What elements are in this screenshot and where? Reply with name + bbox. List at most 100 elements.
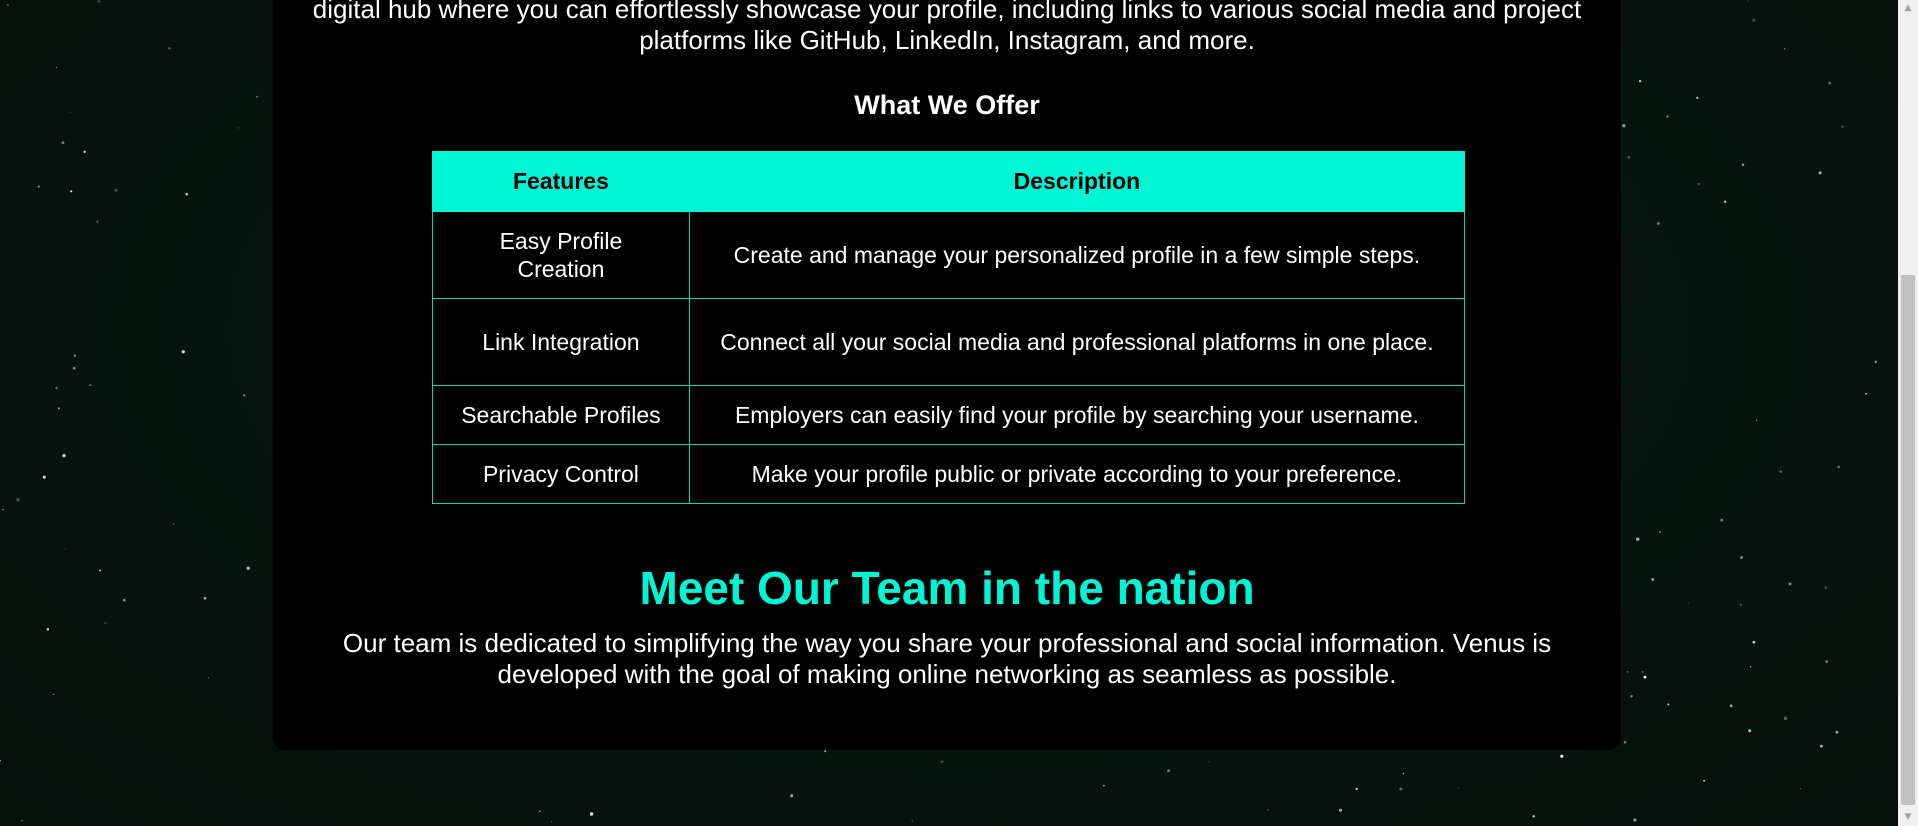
star — [168, 47, 171, 50]
star — [1703, 779, 1706, 782]
star — [539, 810, 541, 813]
star — [62, 453, 66, 458]
star — [55, 386, 58, 390]
star — [1747, 0, 1749, 2]
intro-paragraph: digital hub where you can effortlessly s… — [312, 0, 1582, 55]
star — [21, 819, 23, 822]
star — [1748, 729, 1752, 733]
star — [73, 354, 77, 357]
star — [104, 621, 107, 624]
meet-our-team-heading: Meet Our Team in the nation — [639, 562, 1255, 614]
star — [1532, 815, 1535, 818]
star — [1622, 124, 1626, 128]
star — [1741, 163, 1745, 167]
star — [1697, 182, 1701, 186]
star — [97, 0, 101, 3]
star — [16, 498, 20, 502]
description-column-header: Description — [688, 151, 1466, 212]
description-cell: Make your profile public or private acco… — [688, 444, 1466, 504]
star — [122, 598, 126, 602]
star — [1636, 537, 1640, 541]
star — [1267, 809, 1269, 811]
star — [2, 508, 4, 511]
star — [1651, 578, 1655, 581]
table-row: Easy Profile Creation Create and manage … — [432, 211, 1466, 299]
star — [89, 384, 92, 387]
star — [70, 190, 73, 193]
star — [243, 394, 246, 397]
star — [940, 760, 944, 764]
star — [911, 820, 913, 822]
star — [1828, 81, 1832, 85]
star — [1666, 115, 1669, 118]
star — [237, 127, 239, 129]
star — [1874, 360, 1877, 363]
star — [172, 522, 175, 525]
star — [1865, 392, 1867, 395]
star — [1338, 808, 1343, 812]
star — [1788, 582, 1792, 586]
star — [61, 141, 65, 145]
star — [203, 596, 207, 600]
star — [55, 66, 58, 69]
star — [1750, 666, 1752, 668]
star — [1633, 818, 1637, 822]
star — [185, 192, 188, 196]
star — [99, 569, 102, 572]
scroll-up-arrow-icon[interactable]: ▲ — [1898, 0, 1918, 17]
star — [1560, 754, 1564, 758]
star — [1720, 518, 1724, 522]
star — [207, 677, 210, 679]
star — [824, 750, 827, 753]
scroll-down-arrow-icon[interactable]: ▼ — [1898, 809, 1918, 826]
vertical-scrollbar[interactable]: ▲ ▼ — [1898, 0, 1918, 826]
star — [114, 188, 118, 192]
star — [1626, 671, 1629, 673]
star — [1103, 784, 1105, 787]
what-we-offer-heading: What We Offer — [854, 90, 1040, 120]
star — [46, 628, 50, 631]
star — [6, 4, 9, 7]
star — [1837, 465, 1841, 469]
table-row: Link Integration Connect all your social… — [432, 298, 1466, 386]
star — [1819, 744, 1823, 748]
features-column-header: Features — [432, 151, 690, 212]
star — [181, 350, 185, 354]
star — [1638, 79, 1642, 83]
star — [1779, 470, 1783, 473]
star — [256, 95, 258, 98]
star — [1623, 740, 1627, 744]
feature-cell: Link Integration — [432, 298, 690, 386]
star — [1739, 603, 1743, 606]
star — [72, 366, 76, 370]
star — [37, 185, 40, 188]
star — [1688, 602, 1689, 604]
table-header-row: Features Description — [432, 151, 1466, 212]
star — [1818, 171, 1822, 175]
star — [1752, 18, 1756, 22]
scrollbar-thumb[interactable] — [1901, 275, 1915, 805]
star — [1208, 761, 1210, 763]
star — [1740, 556, 1743, 559]
star — [1783, 716, 1788, 721]
star — [1799, 788, 1802, 790]
star — [64, 548, 66, 550]
star — [1835, 730, 1839, 734]
star — [1457, 787, 1459, 789]
star — [246, 566, 250, 570]
description-cell: Connect all your social media and profes… — [688, 298, 1466, 386]
features-table: Features Description Easy Profile Creati… — [432, 151, 1466, 504]
star — [83, 150, 86, 153]
star — [1627, 155, 1631, 159]
star — [1824, 586, 1828, 589]
table-row: Searchable Profiles Employers can easily… — [432, 385, 1466, 445]
star — [1696, 96, 1699, 99]
star — [57, 407, 60, 410]
star — [790, 794, 794, 798]
star — [589, 812, 594, 816]
star — [1659, 531, 1661, 533]
description-cell: Create and manage your personalized prof… — [688, 211, 1466, 299]
star — [1729, 704, 1733, 708]
star — [1825, 660, 1828, 663]
star — [1167, 769, 1170, 773]
